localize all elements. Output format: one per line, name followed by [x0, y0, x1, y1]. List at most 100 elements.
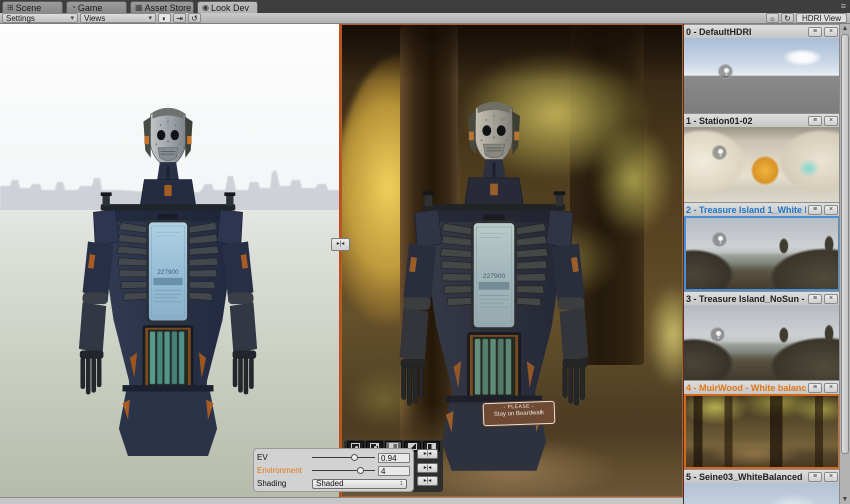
environment-row: Environment 4 — [257, 464, 410, 477]
close-icon[interactable]: × — [824, 383, 838, 393]
rotate-environment-button[interactable]: ↺ — [188, 13, 201, 23]
close-icon[interactable]: × — [824, 116, 838, 126]
shading-row: Shading Shaded ↕ — [257, 477, 410, 490]
item-menu-icon[interactable]: ≡ — [808, 294, 822, 304]
sun-gizmo-button[interactable]: ☼ — [766, 13, 779, 23]
close-icon[interactable]: × — [824, 472, 838, 482]
environment-label: Environment — [257, 466, 309, 475]
hdri-item-1[interactable]: 1 - Station01-02 ≡ × — [684, 113, 840, 202]
shading-value: Shaded — [316, 479, 344, 488]
ev-label: EV — [257, 453, 309, 462]
shading-sync-button[interactable]: ▸|◂ — [417, 476, 438, 486]
tab-asset-store-label: Asset Store — [145, 2, 192, 14]
sign-line-2: Stay on Boardwalk — [484, 410, 554, 418]
hdri-item-label: 0 - DefaultHDRI — [686, 27, 806, 37]
settings-dropdown[interactable]: Settings ▾ — [2, 13, 78, 23]
environment-value-field[interactable]: 4 — [378, 466, 410, 476]
shading-dropdown[interactable]: Shaded ↕ — [312, 479, 407, 489]
item-menu-icon[interactable]: ≡ — [808, 383, 822, 393]
hdri-item-header[interactable]: 4 - MuirWood - White balanced ≡ × — [684, 380, 840, 394]
sun-position-icon[interactable] — [718, 64, 733, 79]
scroll-down-icon[interactable]: ▼ — [840, 495, 850, 504]
hdri-thumbnail[interactable] — [684, 483, 840, 504]
view-separator[interactable] — [339, 24, 341, 497]
item-menu-icon[interactable]: ≡ — [808, 116, 822, 126]
lookdev-view-right[interactable]: - PLEASE - Stay on Boardwalk — [341, 24, 683, 497]
hdri-item-header[interactable]: 2 - Treasure Island 1_White balan ≡ × — [684, 202, 840, 216]
shading-sphere-icon: ◐ — [162, 14, 167, 23]
sun-position-icon[interactable] — [712, 232, 727, 247]
slider-track — [312, 457, 375, 458]
environment-sync-button[interactable]: ▸|◂ — [417, 463, 438, 473]
tab-look-dev[interactable]: ◉ Look Dev — [197, 1, 258, 13]
close-icon[interactable]: × — [824, 205, 838, 215]
sun-position-icon[interactable] — [712, 145, 727, 160]
ev-value-field[interactable]: 0.94 — [378, 453, 410, 463]
hdri-view-button[interactable]: HDRI View — [796, 13, 847, 23]
item-menu-icon[interactable]: ≡ — [808, 472, 822, 482]
boardwalk-sign: - PLEASE - Stay on Boardwalk — [483, 401, 556, 426]
hdri-item-header[interactable]: 3 - Treasure Island_NoSun - Whit ≡ × — [684, 291, 840, 305]
lookdev-control-panel: EV 0.94 Environment 4 Shading Shaded ↕ — [253, 448, 414, 492]
slider-thumb[interactable] — [357, 467, 364, 474]
shading-sphere-button[interactable]: ◐ — [158, 13, 171, 23]
hdri-item-label: 5 - Seine03_WhiteBalanced — [686, 472, 806, 482]
scrollbar-thumb[interactable] — [841, 34, 849, 454]
lookdev-window: 227900 — [0, 0, 850, 504]
chevron-down-icon: ▾ — [70, 14, 74, 23]
sync-button-column: ▸|◂ ▸|◂ ▸|◂ — [417, 449, 439, 490]
close-icon[interactable]: × — [824, 294, 838, 304]
canopy-shadow — [342, 25, 683, 81]
refresh-icon: ↻ — [784, 14, 791, 23]
lookdev-icon: ◉ — [202, 2, 209, 14]
slider-track — [312, 470, 375, 471]
tab-scene[interactable]: ⊞ Scene — [2, 1, 63, 13]
hdri-scrollbar[interactable]: ▲ ▼ — [839, 24, 850, 504]
hdri-item-label: 4 - MuirWood - White balanced — [686, 383, 806, 393]
tab-scene-label: Scene — [16, 2, 42, 14]
lookdev-toolbar: Settings ▾ Views ▾ ◐ ⇥ ↺ ☼ ↻ HDRI View — [0, 13, 850, 24]
slider-thumb[interactable] — [351, 454, 358, 461]
window-menu-icon[interactable]: ≡ — [841, 1, 846, 12]
tab-game[interactable]: ◔ Game — [66, 1, 127, 13]
environment-slider[interactable] — [312, 466, 375, 475]
rotate-environment-icon: ↺ — [191, 14, 198, 23]
hdri-thumbnail[interactable] — [684, 305, 840, 380]
hdri-thumbnail[interactable] — [684, 216, 840, 291]
refresh-button[interactable]: ↻ — [781, 13, 794, 23]
item-menu-icon[interactable]: ≡ — [808, 205, 822, 215]
sun-gizmo-icon: ☼ — [769, 14, 776, 23]
hdri-thumbnail[interactable] — [684, 38, 840, 113]
sun-position-icon[interactable] — [710, 327, 725, 342]
tab-game-label: Game — [78, 2, 103, 14]
close-icon[interactable]: × — [824, 27, 838, 37]
settings-label: Settings — [6, 14, 66, 23]
ev-row: EV 0.94 — [257, 451, 410, 464]
separator-sync-button[interactable]: ▸|◂ — [331, 238, 350, 251]
hdri-item-label: 1 - Station01-02 — [686, 116, 806, 126]
hdri-item-3[interactable]: 3 - Treasure Island_NoSun - Whit ≡ × — [684, 291, 840, 380]
hdri-item-header[interactable]: 1 - Station01-02 ≡ × — [684, 113, 840, 127]
tab-look-dev-label: Look Dev — [211, 2, 249, 14]
hdri-item-header[interactable]: 5 - Seine03_WhiteBalanced ≡ × — [684, 469, 840, 483]
hdri-thumbnail[interactable] — [684, 127, 840, 202]
tab-asset-store[interactable]: ▦ Asset Store — [130, 1, 194, 13]
ev-slider[interactable] — [312, 453, 375, 462]
scroll-up-icon[interactable]: ▲ — [840, 24, 850, 33]
hdri-item-0[interactable]: 0 - DefaultHDRI ≡ × — [684, 24, 840, 113]
views-dropdown[interactable]: Views ▾ — [80, 13, 156, 23]
hdri-item-5[interactable]: 5 - Seine03_WhiteBalanced ≡ × — [684, 469, 840, 504]
hdri-item-label: 3 - Treasure Island_NoSun - Whit — [686, 294, 806, 304]
popup-arrows-icon: ↕ — [400, 479, 404, 488]
robot-model-left — [68, 94, 268, 458]
hdri-view-label: HDRI View — [802, 14, 841, 23]
load-environment-button[interactable]: ⇥ — [173, 13, 186, 23]
hdri-thumbnail[interactable] — [684, 394, 840, 469]
hdri-panel: 0 - DefaultHDRI ≡ × 1 - Station01-02 ≡ ×… — [683, 24, 850, 504]
hdri-item-2[interactable]: 2 - Treasure Island 1_White balan ≡ × — [684, 202, 840, 291]
hdri-item-header[interactable]: 0 - DefaultHDRI ≡ × — [684, 24, 840, 38]
item-menu-icon[interactable]: ≡ — [808, 27, 822, 37]
hdri-item-4[interactable]: 4 - MuirWood - White balanced ≡ × — [684, 380, 840, 469]
ev-sync-button[interactable]: ▸|◂ — [417, 449, 438, 459]
lookdev-view-left[interactable] — [0, 24, 341, 497]
